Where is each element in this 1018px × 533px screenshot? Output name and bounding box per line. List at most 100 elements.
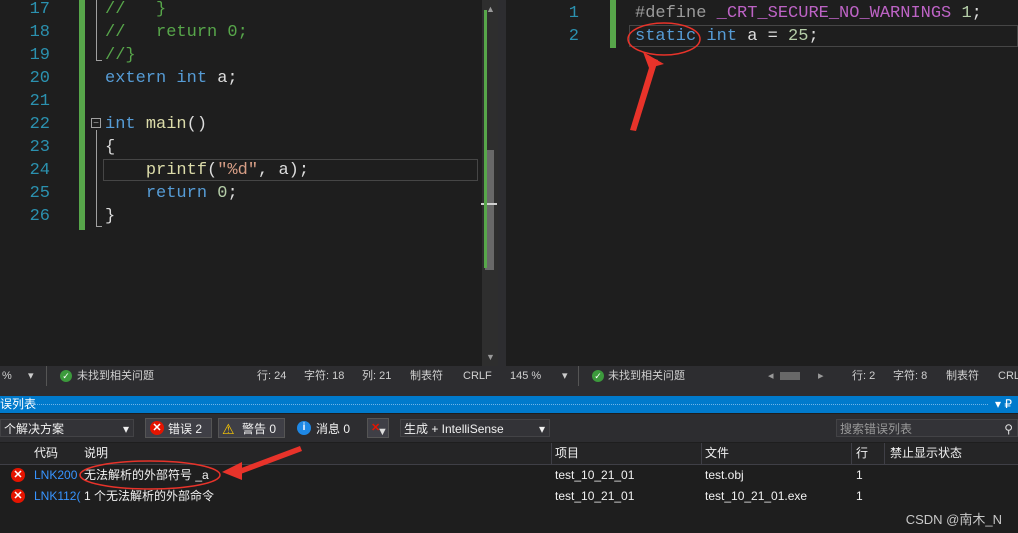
search-error-list-input[interactable]: 搜索错误列表 ⚲ (836, 419, 1018, 437)
error-icon: ✕ (150, 421, 164, 435)
messages-button-label: 消息 0 (316, 422, 351, 436)
code-token: ; (227, 184, 238, 203)
build-filter-dropdown[interactable]: 生成 + IntelliSense ▾ (400, 419, 550, 437)
search-placeholder: 搜索错误列表 (840, 422, 913, 436)
zoom-level[interactable]: 145 % (510, 366, 541, 386)
warnings-button-label: 警告 0 (242, 422, 277, 436)
code-token: //} (105, 46, 136, 65)
line-number: 23 (29, 138, 50, 157)
code-token: int (176, 69, 208, 88)
error-file: test_10_21_01.exe (705, 489, 808, 503)
scroll-up-icon[interactable]: ▲ (486, 4, 495, 14)
column-position[interactable]: 列: 21 (362, 366, 391, 386)
warnings-filter-button[interactable]: ⚠ 警告 0 (218, 418, 285, 438)
editor-splitter[interactable] (498, 0, 506, 386)
left-status-bar: % ▾ ✓ 未找到相关问题 行: 24 字符: 18 列: 21 制表符 CRL… (0, 366, 498, 386)
panel-gap (0, 386, 1018, 396)
right-editor-pane[interactable]: 1 #define _CRT_SECURE_NO_WARNINGS 1; 2 stat… (506, 0, 1018, 366)
code-text[interactable]: return 0; (105, 182, 238, 205)
error-annotation-overlay (79, 446, 302, 490)
change-indicator (79, 0, 85, 230)
char-position[interactable]: 字符: 18 (304, 366, 344, 386)
fold-guide-top-end (96, 60, 102, 61)
filter-funnel-icon: ▼ (377, 426, 388, 438)
line-position[interactable]: 行: 24 (257, 366, 286, 386)
errors-filter-button[interactable]: ✕ 错误 2 (145, 418, 212, 438)
error-arrow-shaft (236, 446, 302, 475)
hscroll-right-icon[interactable]: ▸ (818, 366, 824, 386)
fold-guide-top (96, 0, 97, 60)
code-text[interactable]: // return 0; (105, 21, 248, 44)
line-number: 19 (29, 46, 50, 65)
filter-toggle-button[interactable]: ✕ ▼ (367, 418, 389, 438)
scroll-change-marks (484, 10, 487, 268)
code-token: extern (105, 69, 167, 88)
watermark: CSDN @南木_N (905, 512, 1002, 527)
zoom-dropdown-icon[interactable]: ▾ (28, 366, 34, 386)
col-divider[interactable] (551, 443, 552, 464)
line-ending[interactable]: CRL (998, 366, 1018, 386)
left-vscrollbar[interactable]: ▲ ▼ (481, 0, 498, 366)
chevron-down-icon: ▾ (122, 422, 129, 436)
search-icon: ⚲ (1004, 422, 1013, 436)
collapse-main-icon[interactable]: − (91, 118, 101, 129)
column-project[interactable]: 项目 (555, 443, 579, 464)
issues-status[interactable]: 未找到相关问题 (608, 366, 685, 386)
code-token: 0 (217, 184, 228, 203)
code-token: main (145, 115, 187, 134)
left-editor-pane[interactable]: 17 // } 18 // return 0; 19 //} 20 extern int a;… (0, 0, 498, 366)
line-ending[interactable]: CRLF (463, 366, 492, 386)
scope-dropdown[interactable]: 个解决方案 ▾ (0, 419, 134, 437)
scroll-down-icon[interactable]: ▼ (486, 352, 495, 362)
col-divider[interactable] (884, 443, 885, 464)
code-text[interactable]: } (105, 205, 115, 228)
messages-filter-button[interactable]: i 消息 0 (293, 418, 356, 438)
chevron-down-icon: ▾ (538, 422, 545, 436)
build-filter-value: 生成 + IntelliSense (404, 422, 504, 436)
error-list-toolbar: 个解决方案 ▾ ✕ 错误 2 ⚠ 警告 0 i 消息 0 ✕ ▼ 生成 + In… (0, 414, 1018, 442)
line-number: 26 (29, 207, 50, 226)
check-icon: ✓ (592, 370, 604, 382)
code-token: // } (105, 0, 167, 19)
col-divider[interactable] (701, 443, 702, 464)
code-text[interactable]: extern int a; (105, 67, 238, 90)
tab-mode[interactable]: 制表符 (410, 366, 443, 386)
annotation-overlay (627, 22, 701, 131)
zoom-level[interactable]: % (2, 366, 12, 386)
code-text[interactable]: int main() (105, 113, 207, 136)
code-token: return (145, 184, 208, 203)
pin-controls-icon[interactable]: ▾ ₽ (995, 396, 1012, 413)
divider (578, 366, 579, 386)
code-token: } (105, 207, 116, 226)
column-file[interactable]: 文件 (705, 443, 729, 464)
code-text[interactable]: // } (105, 0, 166, 21)
code-text[interactable]: //} (105, 44, 136, 67)
code-token: () (186, 115, 208, 134)
fold-guide (96, 130, 97, 226)
hscroll-thumb[interactable] (780, 372, 800, 380)
divider (46, 366, 47, 386)
code-token: // return 0; (105, 23, 248, 42)
char-position[interactable]: 字符: 8 (893, 366, 927, 386)
check-icon: ✓ (60, 370, 72, 382)
line-number: 18 (29, 23, 50, 42)
error-file: test.obj (705, 468, 744, 482)
tab-mode[interactable]: 制表符 (946, 366, 979, 386)
line-number: 25 (29, 184, 50, 203)
zoom-dropdown-icon[interactable]: ▾ (562, 366, 568, 386)
column-suppression-state[interactable]: 禁止显示状态 (890, 443, 962, 464)
hscroll-left-icon[interactable]: ◂ (768, 366, 774, 386)
column-line[interactable]: 行 (856, 443, 868, 464)
error-list-title-bar: 误列表 ▾ ₽ (0, 396, 1018, 413)
errors-button-label: 错误 2 (168, 422, 203, 436)
line-position[interactable]: 行: 2 (852, 366, 875, 386)
issues-status[interactable]: 未找到相关问题 (77, 366, 154, 386)
scope-value: 个解决方案 (4, 422, 65, 436)
col-divider[interactable] (851, 443, 852, 464)
code-text[interactable]: { (105, 136, 115, 159)
error-highlight-ellipse (79, 460, 221, 490)
code-token: { (105, 138, 116, 157)
